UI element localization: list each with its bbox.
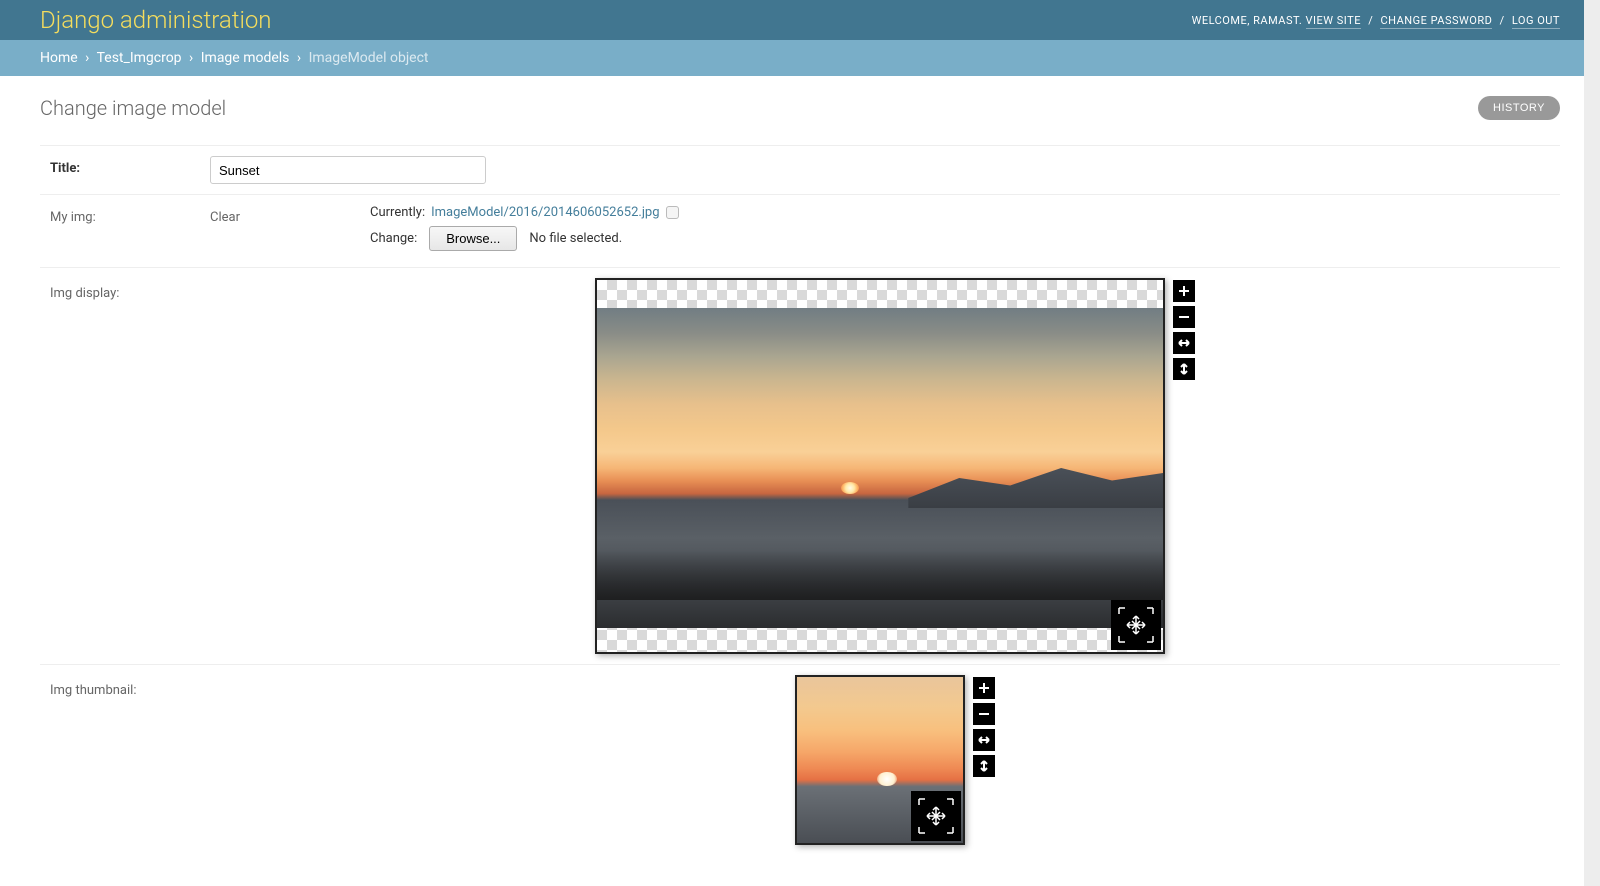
separator: / [1500, 14, 1505, 27]
fit-horizontal-button[interactable] [1173, 332, 1195, 354]
content: Change image model HISTORY Title: My img… [0, 76, 1600, 875]
title-input[interactable] [210, 156, 486, 184]
field-row-img-thumbnail: Img thumbnail: [40, 665, 1560, 855]
currently-label: Currently: [370, 205, 425, 220]
move-handle[interactable] [911, 791, 961, 841]
clear-checkbox[interactable] [666, 206, 679, 219]
scrollbar[interactable] [1584, 0, 1600, 886]
img-thumbnail-cropper[interactable] [795, 675, 965, 845]
myimg-label: My img: [50, 205, 210, 225]
branding: Django administration [40, 6, 272, 34]
user-tools: WELCOME, RAMAST. VIEW SITE / CHANGE PASS… [1192, 14, 1560, 27]
no-file-text: No file selected. [529, 231, 622, 246]
welcome-text: WELCOME, [1192, 14, 1254, 27]
breadcrumb: Home › Test_Imgcrop › Image models › Ima… [0, 40, 1600, 76]
change-password-link[interactable]: CHANGE PASSWORD [1380, 14, 1492, 29]
breadcrumb-app[interactable]: Test_Imgcrop [97, 50, 182, 66]
move-handle[interactable] [1111, 600, 1161, 650]
field-row-myimg: My img: Clear Currently: ImageModel/2016… [40, 195, 1560, 268]
username: RAMAST [1253, 14, 1299, 27]
zoom-out-button[interactable] [1173, 306, 1195, 328]
separator: / [1368, 14, 1373, 27]
img-thumbnail-label: Img thumbnail: [50, 675, 210, 845]
page-title: Change image model [40, 96, 226, 120]
zoom-in-button[interactable] [973, 677, 995, 699]
breadcrumb-home[interactable]: Home [40, 50, 78, 66]
img-display-cropper[interactable] [595, 278, 1165, 654]
sunset-image [597, 308, 1163, 628]
zoom-out-button[interactable] [973, 703, 995, 725]
view-site-link[interactable]: VIEW SITE [1306, 14, 1361, 29]
field-row-img-display: Img display: [40, 268, 1560, 665]
fit-vertical-button[interactable] [973, 755, 995, 777]
breadcrumb-model[interactable]: Image models [201, 50, 290, 66]
logout-link[interactable]: LOG OUT [1512, 14, 1560, 29]
site-header: Django administration WELCOME, RAMAST. V… [0, 0, 1600, 40]
zoom-in-button[interactable] [1173, 280, 1195, 302]
clear-label: Clear [210, 205, 370, 225]
current-file-link[interactable]: ImageModel/2016/2014606052652.jpg [431, 205, 659, 220]
field-row-title: Title: [40, 145, 1560, 195]
fit-horizontal-button[interactable] [973, 729, 995, 751]
change-label: Change: [370, 231, 417, 246]
title-label: Title: [50, 156, 210, 176]
mountains [908, 458, 1163, 508]
history-button[interactable]: HISTORY [1478, 96, 1560, 120]
img-display-label: Img display: [50, 278, 210, 654]
browse-button[interactable]: Browse... [429, 226, 517, 251]
sun [841, 482, 859, 494]
breadcrumb-current: ImageModel object [309, 50, 429, 66]
sun [877, 772, 897, 786]
fit-vertical-button[interactable] [1173, 358, 1195, 380]
shore [597, 550, 1163, 600]
